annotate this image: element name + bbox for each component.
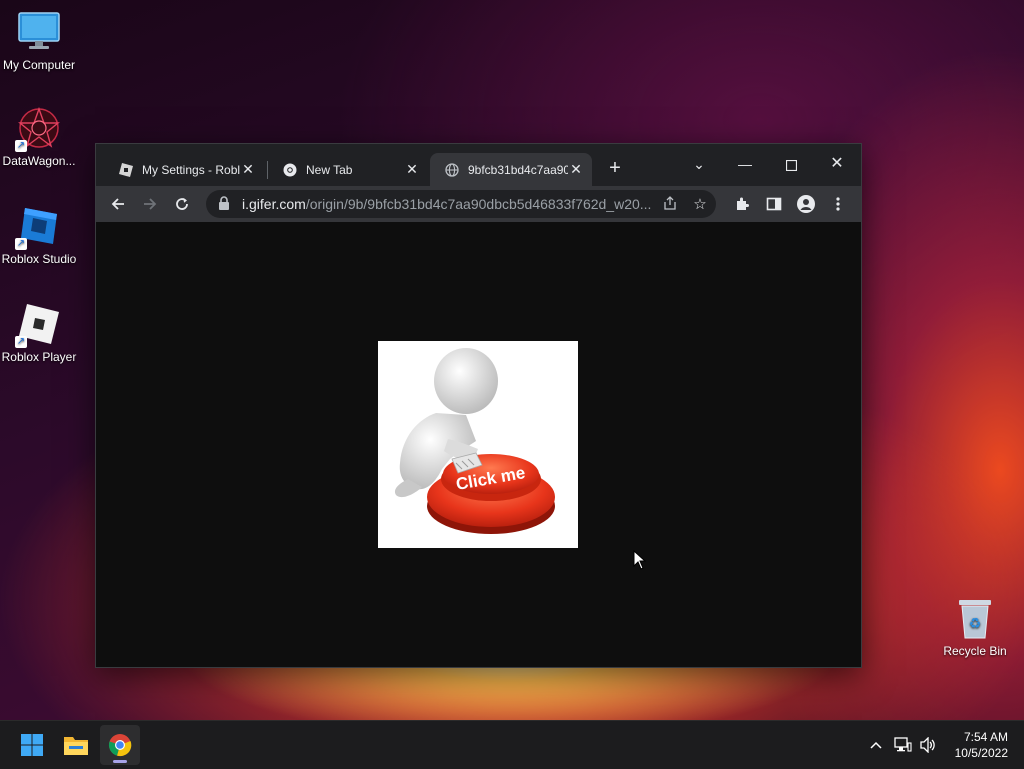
- desktop-icon-roblox-player[interactable]: ↗ Roblox Player: [0, 302, 84, 364]
- shortcut-arrow-icon: ↗: [15, 140, 27, 152]
- close-tab-icon[interactable]: ✕: [404, 161, 420, 178]
- datawagon-icon: ↗: [15, 106, 61, 152]
- tab-new-tab[interactable]: New Tab ✕: [268, 153, 428, 186]
- desktop-icon-recycle-bin[interactable]: ♻ Recycle Bin: [930, 596, 1020, 658]
- show-hidden-icons-button[interactable]: [866, 721, 886, 769]
- start-button[interactable]: [12, 725, 52, 765]
- desktop-icon-datawagon[interactable]: ↗ DataWagon...: [0, 106, 84, 168]
- forward-button[interactable]: [136, 190, 164, 218]
- tab-title: New Tab: [306, 162, 353, 177]
- maximize-button[interactable]: [768, 150, 814, 178]
- lock-icon[interactable]: [218, 195, 232, 213]
- chrome-icon: [108, 734, 132, 757]
- file-explorer-icon: [64, 737, 88, 755]
- desktop-icon-label: Recycle Bin: [943, 644, 1007, 658]
- share-icon[interactable]: [656, 195, 684, 213]
- recycle-bin-icon: ♻: [953, 596, 997, 640]
- taskbar: 7:54 AM 10/5/2022: [0, 720, 1024, 769]
- chrome-icon: [282, 162, 298, 178]
- network-icon[interactable]: [892, 721, 914, 769]
- close-window-button[interactable]: ✕: [814, 150, 860, 178]
- new-tab-button[interactable]: +: [603, 157, 627, 181]
- minimize-button[interactable]: —: [722, 150, 768, 178]
- shortcut-arrow-icon: ↗: [15, 238, 27, 250]
- side-panel-icon[interactable]: [760, 190, 788, 218]
- desktop-icon-label: My Computer: [2, 58, 76, 72]
- desktop-icon-my-computer[interactable]: My Computer: [0, 10, 84, 72]
- mouse-cursor-icon: [633, 549, 647, 575]
- bookmark-star-icon[interactable]: ☆: [684, 195, 716, 213]
- desktop-icon-label: DataWagon...: [2, 154, 76, 168]
- back-button[interactable]: [104, 190, 132, 218]
- url-text: i.gifer.com/origin/9b/9bfcb31bd4c7aa90db…: [242, 196, 656, 212]
- monitor-icon: [17, 10, 61, 54]
- tab-search-icon[interactable]: ⌄: [676, 150, 722, 178]
- extensions-icon[interactable]: [728, 190, 756, 218]
- start-icon: [21, 734, 43, 756]
- tab-title: 9bfcb31bd4c7aa90: [468, 162, 568, 177]
- url-host: i.gifer.com: [242, 196, 306, 212]
- volume-icon[interactable]: [917, 721, 939, 769]
- desktop-icon-roblox-studio[interactable]: ↗ Roblox Studio: [0, 204, 84, 266]
- close-tab-icon[interactable]: ✕: [240, 161, 256, 178]
- browser-toolbar: i.gifer.com/origin/9b/9bfcb31bd4c7aa90db…: [96, 186, 861, 222]
- svg-text:♻: ♻: [969, 616, 982, 632]
- roblox-icon: [118, 162, 134, 178]
- address-bar[interactable]: i.gifer.com/origin/9b/9bfcb31bd4c7aa90db…: [206, 190, 716, 218]
- page-content: Click me: [96, 222, 861, 667]
- tab-gif-image[interactable]: 9bfcb31bd4c7aa90 ✕: [430, 153, 592, 186]
- chrome-taskbar-button[interactable]: [100, 725, 140, 765]
- shortcut-arrow-icon: ↗: [15, 336, 27, 348]
- clock-time: 7:54 AM: [963, 730, 1008, 744]
- roblox-player-icon: ↗: [15, 302, 61, 348]
- taskbar-clock[interactable]: 7:54 AM 10/5/2022: [938, 729, 1008, 761]
- reload-button[interactable]: [168, 190, 196, 218]
- profile-avatar-icon[interactable]: [792, 190, 820, 218]
- url-path: /origin/9b/9bfcb31bd4c7aa90dbcb5d46833f7…: [305, 196, 652, 212]
- close-tab-icon[interactable]: ✕: [568, 161, 584, 178]
- tab-title: My Settings - Roblox: [142, 162, 240, 177]
- more-menu-icon[interactable]: [824, 190, 852, 218]
- tab-strip: My Settings - Roblox ✕ New Tab ✕ 9bfcb31…: [96, 144, 861, 186]
- browser-window: My Settings - Roblox ✕ New Tab ✕ 9bfcb31…: [95, 143, 862, 668]
- clock-date: 10/5/2022: [954, 746, 1008, 760]
- roblox-studio-icon: ↗: [15, 204, 61, 250]
- tab-my-settings[interactable]: My Settings - Roblox ✕: [104, 153, 264, 186]
- active-app-indicator: [113, 760, 127, 763]
- file-explorer-button[interactable]: [56, 725, 96, 765]
- desktop-icon-label: Roblox Studio: [1, 252, 77, 266]
- click-me-gif-image[interactable]: Click me: [378, 341, 578, 548]
- desktop-icon-label: Roblox Player: [1, 350, 77, 364]
- globe-icon: [444, 162, 460, 178]
